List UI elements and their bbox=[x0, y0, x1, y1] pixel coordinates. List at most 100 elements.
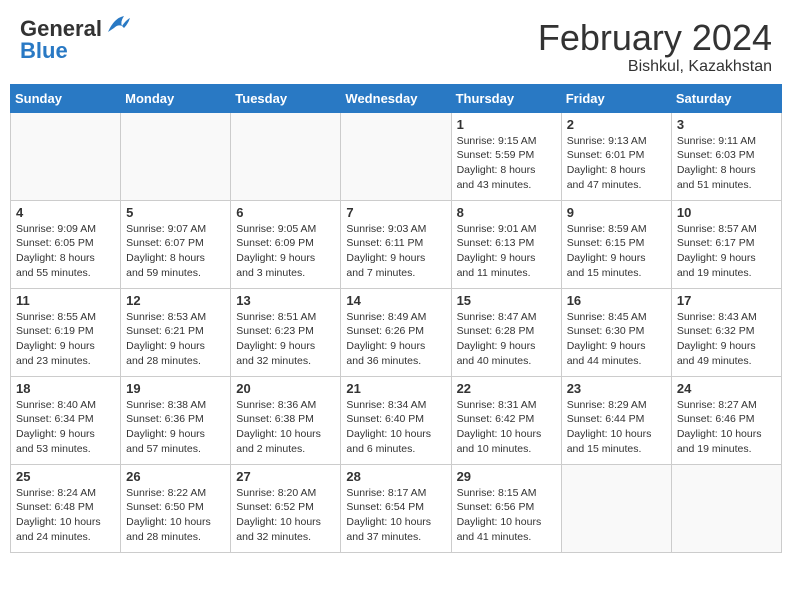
day-number: 8 bbox=[457, 205, 556, 220]
day-info: Sunrise: 8:59 AM Sunset: 6:15 PM Dayligh… bbox=[567, 222, 666, 281]
calendar-cell-w3-d4: 14 Sunrise: 8:49 AM Sunset: 6:26 PM Dayli… bbox=[341, 288, 451, 376]
day-number: 29 bbox=[457, 469, 556, 484]
header: General Blue February 2024 Bishkul, Kaza… bbox=[0, 0, 792, 84]
day-number: 21 bbox=[346, 381, 445, 396]
day-number: 2 bbox=[567, 117, 666, 132]
day-number: 18 bbox=[16, 381, 115, 396]
day-info: Sunrise: 9:05 AM Sunset: 6:09 PM Dayligh… bbox=[236, 222, 335, 281]
day-info: Sunrise: 8:49 AM Sunset: 6:26 PM Dayligh… bbox=[346, 310, 445, 369]
day-number: 13 bbox=[236, 293, 335, 308]
day-number: 5 bbox=[126, 205, 225, 220]
day-info: Sunrise: 8:27 AM Sunset: 6:46 PM Dayligh… bbox=[677, 398, 776, 457]
calendar-cell-w2-d2: 5 Sunrise: 9:07 AM Sunset: 6:07 PM Daylig… bbox=[121, 200, 231, 288]
day-info: Sunrise: 8:51 AM Sunset: 6:23 PM Dayligh… bbox=[236, 310, 335, 369]
day-number: 19 bbox=[126, 381, 225, 396]
day-number: 15 bbox=[457, 293, 556, 308]
day-info: Sunrise: 9:01 AM Sunset: 6:13 PM Dayligh… bbox=[457, 222, 556, 281]
calendar-cell-w5-d3: 27 Sunrise: 8:20 AM Sunset: 6:52 PM Dayli… bbox=[231, 464, 341, 552]
calendar-cell-w4-d4: 21Sunrise: 8:34 AM Sunset: 6:40 PM Dayli… bbox=[341, 376, 451, 464]
calendar-cell-w5-d5: 29 Sunrise: 8:15 AM Sunset: 6:56 PM Dayli… bbox=[451, 464, 561, 552]
calendar-cell-w3-d6: 16 Sunrise: 8:45 AM Sunset: 6:30 PM Dayli… bbox=[561, 288, 671, 376]
calendar-subtitle: Bishkul, Kazakhstan bbox=[538, 58, 772, 76]
day-info: Sunrise: 8:15 AM Sunset: 6:56 PM Dayligh… bbox=[457, 486, 556, 545]
calendar-cell-w2-d6: 9Sunrise: 8:59 AM Sunset: 6:15 PM Daylig… bbox=[561, 200, 671, 288]
calendar-cell-w1-d3 bbox=[231, 112, 341, 200]
col-thursday: Thursday bbox=[451, 84, 561, 112]
day-info: Sunrise: 9:13 AM Sunset: 6:01 PM Dayligh… bbox=[567, 134, 666, 193]
header-row: Sunday Monday Tuesday Wednesday Thursday… bbox=[11, 84, 782, 112]
calendar-cell-w2-d5: 8 Sunrise: 9:01 AM Sunset: 6:13 PM Daylig… bbox=[451, 200, 561, 288]
week-row-1: 1 Sunrise: 9:15 AM Sunset: 5:59 PM Daylig… bbox=[11, 112, 782, 200]
day-info: Sunrise: 8:38 AM Sunset: 6:36 PM Dayligh… bbox=[126, 398, 225, 457]
day-info: Sunrise: 8:22 AM Sunset: 6:50 PM Dayligh… bbox=[126, 486, 225, 545]
day-info: Sunrise: 8:45 AM Sunset: 6:30 PM Dayligh… bbox=[567, 310, 666, 369]
calendar-cell-w2-d3: 6 Sunrise: 9:05 AM Sunset: 6:09 PM Daylig… bbox=[231, 200, 341, 288]
day-number: 1 bbox=[457, 117, 556, 132]
day-info: Sunrise: 8:40 AM Sunset: 6:34 PM Dayligh… bbox=[16, 398, 115, 457]
day-info: Sunrise: 8:36 AM Sunset: 6:38 PM Dayligh… bbox=[236, 398, 335, 457]
day-info: Sunrise: 8:57 AM Sunset: 6:17 PM Dayligh… bbox=[677, 222, 776, 281]
calendar-table: Sunday Monday Tuesday Wednesday Thursday… bbox=[10, 84, 782, 553]
calendar-cell-w1-d1 bbox=[11, 112, 121, 200]
col-sunday: Sunday bbox=[11, 84, 121, 112]
col-friday: Friday bbox=[561, 84, 671, 112]
day-number: 28 bbox=[346, 469, 445, 484]
week-row-5: 25 Sunrise: 8:24 AM Sunset: 6:48 PM Dayli… bbox=[11, 464, 782, 552]
day-info: Sunrise: 8:20 AM Sunset: 6:52 PM Dayligh… bbox=[236, 486, 335, 545]
logo-general-text: General bbox=[20, 18, 102, 40]
calendar-cell-w1-d5: 1 Sunrise: 9:15 AM Sunset: 5:59 PM Daylig… bbox=[451, 112, 561, 200]
calendar-cell-w4-d5: 22 Sunrise: 8:31 AM Sunset: 6:42 PM Dayli… bbox=[451, 376, 561, 464]
calendar-cell-w3-d3: 13 Sunrise: 8:51 AM Sunset: 6:23 PM Dayli… bbox=[231, 288, 341, 376]
day-info: Sunrise: 8:17 AM Sunset: 6:54 PM Dayligh… bbox=[346, 486, 445, 545]
calendar-title: February 2024 bbox=[538, 18, 772, 58]
day-info: Sunrise: 8:47 AM Sunset: 6:28 PM Dayligh… bbox=[457, 310, 556, 369]
calendar-cell-w1-d2 bbox=[121, 112, 231, 200]
calendar-cell-w4-d3: 20Sunrise: 8:36 AM Sunset: 6:38 PM Dayli… bbox=[231, 376, 341, 464]
calendar-cell-w5-d1: 25 Sunrise: 8:24 AM Sunset: 6:48 PM Dayli… bbox=[11, 464, 121, 552]
day-info: Sunrise: 9:07 AM Sunset: 6:07 PM Dayligh… bbox=[126, 222, 225, 281]
calendar-cell-w3-d5: 15 Sunrise: 8:47 AM Sunset: 6:28 PM Dayli… bbox=[451, 288, 561, 376]
day-number: 22 bbox=[457, 381, 556, 396]
title-area: February 2024 Bishkul, Kazakhstan bbox=[538, 18, 772, 76]
day-info: Sunrise: 9:15 AM Sunset: 5:59 PM Dayligh… bbox=[457, 134, 556, 193]
day-number: 3 bbox=[677, 117, 776, 132]
day-info: Sunrise: 8:24 AM Sunset: 6:48 PM Dayligh… bbox=[16, 486, 115, 545]
calendar-cell-w2-d4: 7 Sunrise: 9:03 AM Sunset: 6:11 PM Daylig… bbox=[341, 200, 451, 288]
calendar-cell-w3-d2: 12Sunrise: 8:53 AM Sunset: 6:21 PM Dayli… bbox=[121, 288, 231, 376]
day-info: Sunrise: 8:53 AM Sunset: 6:21 PM Dayligh… bbox=[126, 310, 225, 369]
calendar-cell-w1-d6: 2 Sunrise: 9:13 AM Sunset: 6:01 PM Daylig… bbox=[561, 112, 671, 200]
week-row-4: 18 Sunrise: 8:40 AM Sunset: 6:34 PM Dayli… bbox=[11, 376, 782, 464]
day-number: 23 bbox=[567, 381, 666, 396]
day-number: 24 bbox=[677, 381, 776, 396]
calendar-cell-w1-d7: 3 Sunrise: 9:11 AM Sunset: 6:03 PM Daylig… bbox=[671, 112, 781, 200]
day-info: Sunrise: 9:11 AM Sunset: 6:03 PM Dayligh… bbox=[677, 134, 776, 193]
calendar-cell-w5-d6 bbox=[561, 464, 671, 552]
calendar-header: Sunday Monday Tuesday Wednesday Thursday… bbox=[11, 84, 782, 112]
day-info: Sunrise: 9:03 AM Sunset: 6:11 PM Dayligh… bbox=[346, 222, 445, 281]
day-number: 10 bbox=[677, 205, 776, 220]
day-number: 25 bbox=[16, 469, 115, 484]
calendar-cell-w3-d7: 17Sunrise: 8:43 AM Sunset: 6:32 PM Dayli… bbox=[671, 288, 781, 376]
col-tuesday: Tuesday bbox=[231, 84, 341, 112]
col-wednesday: Wednesday bbox=[341, 84, 451, 112]
day-number: 7 bbox=[346, 205, 445, 220]
calendar-cell-w2-d1: 4Sunrise: 9:09 AM Sunset: 6:05 PM Daylig… bbox=[11, 200, 121, 288]
day-number: 26 bbox=[126, 469, 225, 484]
calendar-cell-w5-d4: 28 Sunrise: 8:17 AM Sunset: 6:54 PM Dayli… bbox=[341, 464, 451, 552]
logo-blue-text: Blue bbox=[20, 40, 132, 62]
day-number: 11 bbox=[16, 293, 115, 308]
day-number: 16 bbox=[567, 293, 666, 308]
day-info: Sunrise: 8:55 AM Sunset: 6:19 PM Dayligh… bbox=[16, 310, 115, 369]
day-info: Sunrise: 8:31 AM Sunset: 6:42 PM Dayligh… bbox=[457, 398, 556, 457]
col-monday: Monday bbox=[121, 84, 231, 112]
logo: General Blue bbox=[20, 18, 132, 62]
day-number: 17 bbox=[677, 293, 776, 308]
calendar-wrapper: Sunday Monday Tuesday Wednesday Thursday… bbox=[0, 84, 792, 563]
calendar-cell-w3-d1: 11 Sunrise: 8:55 AM Sunset: 6:19 PM Dayli… bbox=[11, 288, 121, 376]
calendar-cell-w4-d6: 23 Sunrise: 8:29 AM Sunset: 6:44 PM Dayli… bbox=[561, 376, 671, 464]
day-info: Sunrise: 8:29 AM Sunset: 6:44 PM Dayligh… bbox=[567, 398, 666, 457]
day-number: 6 bbox=[236, 205, 335, 220]
day-number: 27 bbox=[236, 469, 335, 484]
calendar-cell-w5-d7 bbox=[671, 464, 781, 552]
day-number: 14 bbox=[346, 293, 445, 308]
